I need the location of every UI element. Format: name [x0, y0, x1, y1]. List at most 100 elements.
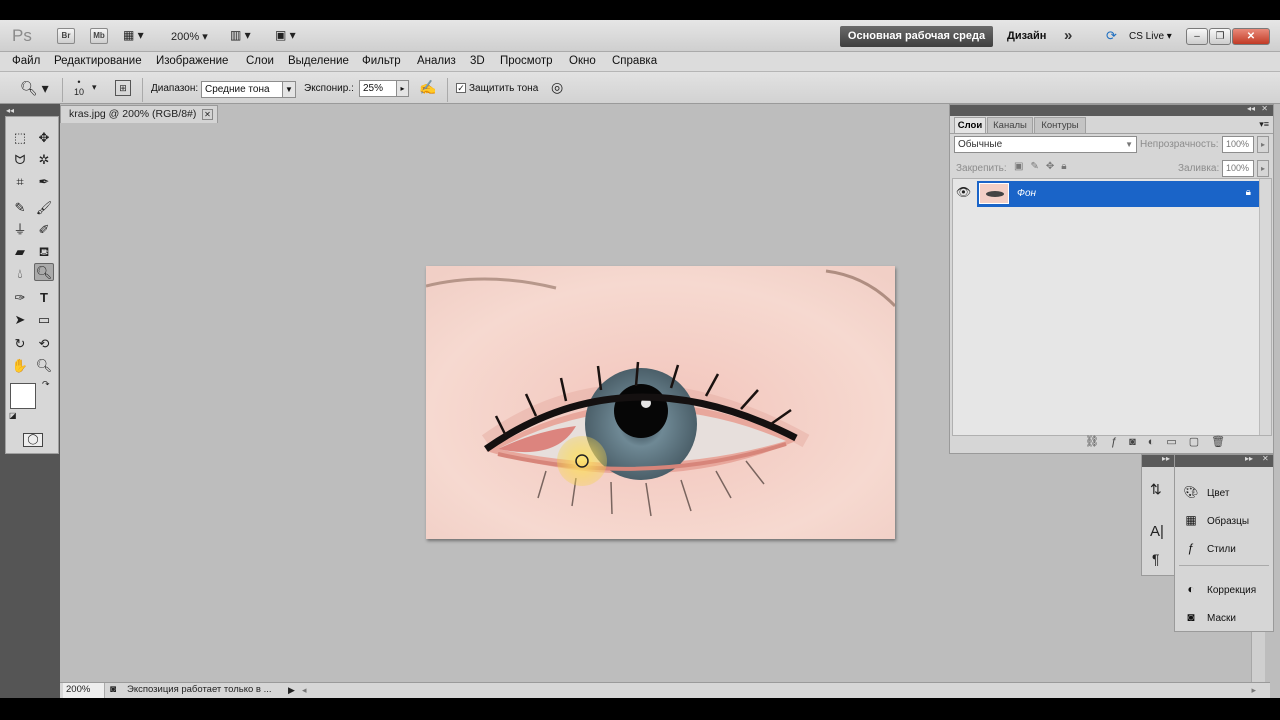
swap-colors-icon[interactable]: ↷	[42, 379, 50, 390]
airbrush-icon[interactable]: ✍	[419, 79, 436, 96]
lock-icons[interactable]: ▣✎✥🔒︎	[1014, 161, 1074, 172]
arrange-documents-icon[interactable]: ▥ ▾	[230, 28, 262, 44]
panel-menu-icon[interactable]: ▾≡	[1259, 119, 1269, 130]
menu-edit[interactable]: Редактирование	[54, 55, 142, 67]
workspace-essentials-button[interactable]: Основная рабочая среда	[840, 26, 993, 47]
layer-row-background[interactable]: Фон 🔒︎	[977, 181, 1261, 207]
menu-select[interactable]: Выделение	[288, 55, 349, 67]
tab-paths[interactable]: Контуры	[1034, 117, 1086, 133]
collapse-dock-icon[interactable]: ▸▸	[1245, 454, 1253, 463]
blur-tool-icon[interactable]: 💧︎	[10, 265, 30, 283]
pen-tool-icon[interactable]: ✑	[10, 289, 30, 307]
quick-selection-tool-icon[interactable]: ✲	[34, 151, 54, 169]
paint-bucket-tool-icon[interactable]: ⛾	[34, 243, 54, 261]
bridge-button[interactable]: Br	[57, 28, 75, 44]
document-image[interactable]	[426, 266, 895, 539]
cs-live-menu[interactable]: CS Live ▾	[1129, 31, 1172, 42]
close-panel-icon[interactable]: ✕	[1261, 104, 1268, 113]
opacity-slider-icon[interactable]: ▸	[1257, 136, 1269, 153]
cs-live-icon[interactable]: ⟳	[1106, 28, 1117, 44]
status-info-icon[interactable]: ◙	[110, 683, 116, 697]
scroll-left-icon[interactable]: ◂	[302, 683, 307, 697]
brush-preview[interactable]: • 10	[73, 77, 85, 97]
opacity-input[interactable]: 100%	[1222, 136, 1254, 153]
view-extras-icon[interactable]: ▦ ▾	[123, 28, 155, 44]
move-tool-icon[interactable]: ✥	[34, 129, 54, 147]
path-selection-tool-icon[interactable]: ➤	[10, 311, 30, 329]
dock-item-color[interactable]: 🎨︎ Цвет	[1183, 485, 1229, 499]
history-brush-tool-icon[interactable]: ✐	[34, 221, 54, 239]
menu-layers[interactable]: Слои	[246, 55, 274, 67]
blend-mode-select[interactable]: Обычные ▼	[954, 136, 1137, 153]
history-panel-icon[interactable]: ⇅	[1150, 481, 1162, 498]
menu-view[interactable]: Просмотр	[500, 55, 553, 67]
menu-window[interactable]: Окно	[569, 55, 596, 67]
paragraph-panel-icon[interactable]: ¶	[1152, 551, 1160, 567]
protect-tones-checkbox[interactable]: ✓	[456, 83, 466, 93]
exposure-input[interactable]: 25% ▸	[359, 80, 409, 97]
crop-tool-icon[interactable]: ⌗	[10, 173, 30, 191]
layer-footer-icons[interactable]: ⛓ƒ◙◐▭▢🗑︎	[1085, 435, 1237, 448]
fill-slider-icon[interactable]: ▸	[1257, 160, 1269, 177]
range-select[interactable]: Средние тона ▼	[201, 81, 296, 98]
dock-header[interactable]: ▸▸ ✕	[1175, 454, 1273, 467]
layer-visibility-eye-icon[interactable]: 👁︎	[956, 185, 971, 199]
menu-help[interactable]: Справка	[612, 55, 657, 67]
dock-item-swatches[interactable]: ▦ Образцы	[1183, 513, 1249, 527]
dock-header[interactable]: ▸▸	[1142, 454, 1176, 467]
screen-mode-icon[interactable]: ▣ ▾	[275, 28, 307, 44]
menu-3d[interactable]: 3D	[470, 55, 485, 67]
status-zoom-field[interactable]: 200%	[63, 683, 105, 698]
fill-input[interactable]: 100%	[1222, 160, 1254, 177]
lasso-tool-icon[interactable]: ᗢ	[10, 151, 30, 169]
quick-mask-icon[interactable]: ◯	[23, 433, 43, 447]
tab-layers[interactable]: Слои	[954, 117, 986, 133]
rectangle-tool-icon[interactable]: ▭	[34, 311, 54, 329]
workspace-design-button[interactable]: Дизайн	[1007, 30, 1046, 42]
eraser-tool-icon[interactable]: ▰	[10, 243, 30, 261]
menu-filter[interactable]: Фильтр	[362, 55, 401, 67]
close-dock-icon[interactable]: ✕	[1262, 454, 1269, 463]
tab-channels[interactable]: Каналы	[987, 117, 1033, 133]
collapse-panel-icon[interactable]: ◂◂	[1247, 104, 1255, 113]
dodge-tool-icon[interactable]: 🔍︎	[34, 263, 54, 281]
brush-tool-icon[interactable]: 🖌︎	[34, 199, 54, 217]
brush-panel-toggle-icon[interactable]: ⊞	[115, 80, 131, 96]
clone-stamp-tool-icon[interactable]: ⏚	[10, 221, 30, 239]
panel-header[interactable]: ◂◂ ✕	[950, 104, 1273, 116]
default-colors-icon[interactable]: ◪	[9, 411, 17, 420]
close-window-button[interactable]: ✕	[1232, 28, 1270, 45]
restore-button[interactable]: ❐	[1209, 28, 1231, 45]
zoom-level-select[interactable]: 200% ▾	[171, 30, 208, 43]
type-tool-icon[interactable]: T	[34, 289, 54, 307]
minibridge-button[interactable]: Mb	[90, 28, 108, 44]
dodge-tool-preset-icon[interactable]: 🔍︎ ▾	[20, 80, 49, 97]
healing-brush-tool-icon[interactable]: ✎	[10, 199, 30, 217]
eyedropper-tool-icon[interactable]: ✒	[34, 173, 54, 191]
character-panel-icon[interactable]: A|	[1150, 523, 1164, 540]
close-document-icon[interactable]: ✕	[202, 109, 213, 120]
menu-analysis[interactable]: Анализ	[417, 55, 456, 67]
more-workspaces-icon[interactable]: »	[1064, 27, 1072, 44]
layer-name[interactable]: Фон	[1017, 188, 1036, 199]
marquee-tool-icon[interactable]: ⬚	[10, 129, 30, 147]
menu-file[interactable]: Файл	[12, 55, 40, 67]
dock-item-adjustments[interactable]: ◐ Коррекция	[1183, 582, 1256, 596]
3d-orbit-tool-icon[interactable]: ⟲	[34, 335, 54, 353]
3d-rotate-tool-icon[interactable]: ↻	[10, 335, 30, 353]
layer-list-scrollbar[interactable]	[1259, 179, 1271, 435]
dock-item-masks[interactable]: ◙ Маски	[1183, 610, 1236, 624]
zoom-tool-icon[interactable]: 🔍︎	[34, 357, 54, 375]
document-tab[interactable]: kras.jpg @ 200% (RGB/8#) ✕	[60, 105, 218, 123]
scroll-right-icon[interactable]: ▸	[1251, 683, 1256, 697]
expand-panels-icon[interactable]: ▸▸	[1162, 454, 1170, 463]
foreground-color-swatch[interactable]	[10, 383, 36, 409]
status-menu-arrow-icon[interactable]: ▶	[288, 683, 295, 697]
collapse-toolbox-icon[interactable]: ◂◂	[6, 106, 14, 115]
pressure-size-icon[interactable]: ◎	[551, 79, 563, 96]
hand-tool-icon[interactable]: ✋	[10, 357, 30, 375]
brush-picker-arrow-icon[interactable]: ▾	[92, 82, 97, 93]
menu-image[interactable]: Изображение	[156, 55, 228, 67]
dock-item-styles[interactable]: ƒ Стили	[1183, 541, 1236, 555]
minimize-button[interactable]: –	[1186, 28, 1208, 45]
